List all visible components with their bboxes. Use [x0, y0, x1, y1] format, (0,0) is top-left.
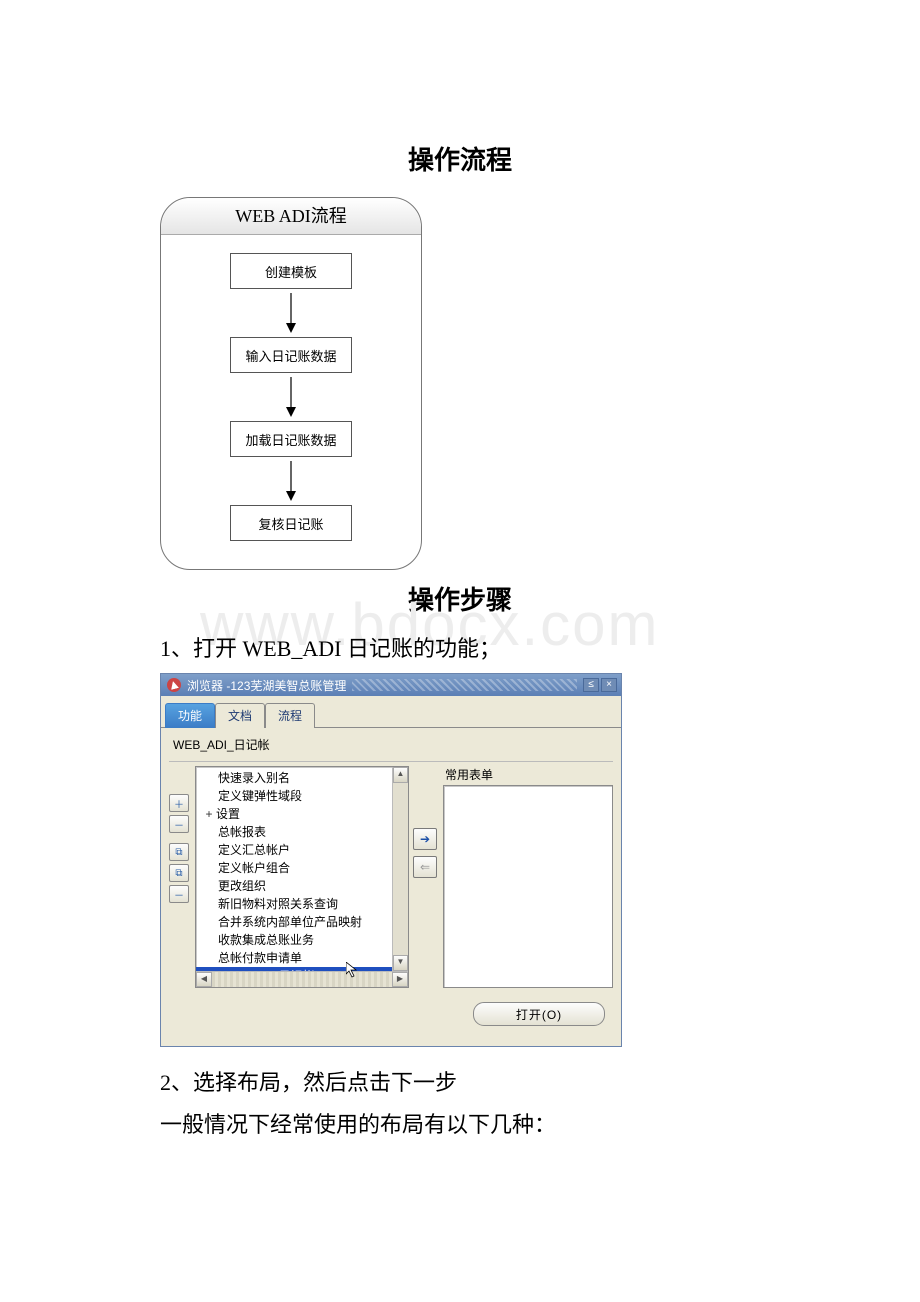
tab-document[interactable]: 文档: [215, 703, 265, 728]
list-item[interactable]: 新旧物料对照关系查询: [196, 895, 408, 913]
add-to-list-button[interactable]: ➔: [413, 828, 437, 850]
step-2-text: 2、选择布局，然后点击下一步: [160, 1065, 860, 1097]
vertical-scrollbar[interactable]: ▲ ▼: [392, 767, 408, 971]
list-item[interactable]: 收款集成总账业务: [196, 931, 408, 949]
list-item[interactable]: 更改组织: [196, 877, 408, 895]
dialog-titlebar: 浏览器 - 123芜湖美智总账管理 ≤ ×: [161, 674, 621, 696]
heading-operation-steps: 操作步骤: [60, 580, 860, 617]
breadcrumb: WEB_ADI_日记帐: [169, 734, 613, 762]
function-tree[interactable]: 快速录入别名定义键弹性域段+设置总帐报表定义汇总帐户定义帐户组合更改组织新旧物料…: [195, 766, 409, 988]
dialog-title-prefix: 浏览器 -: [187, 677, 230, 694]
list-item[interactable]: 总帐付款申请单: [196, 949, 408, 967]
collapse-icon[interactable]: －: [169, 815, 189, 833]
collapse-all-icon[interactable]: －: [169, 885, 189, 903]
dialog-tabs: 功能 文档 流程: [161, 696, 621, 728]
flowchart-title: WEB ADI流程: [161, 198, 421, 235]
tree-toolbar: ＋ － ⧉ ⧉ －: [169, 766, 191, 988]
flow-step-3: 加载日记账数据: [230, 421, 352, 457]
list-item[interactable]: 总帐报表: [196, 823, 408, 841]
list-item[interactable]: +设置: [196, 805, 408, 823]
open-button[interactable]: 打开(O): [473, 1002, 605, 1026]
list-item[interactable]: 定义帐户组合: [196, 859, 408, 877]
tab-process[interactable]: 流程: [265, 703, 315, 728]
flow-step-2: 输入日记账数据: [230, 337, 352, 373]
common-forms-list[interactable]: [443, 785, 613, 988]
scroll-up-icon[interactable]: ▲: [393, 767, 408, 783]
titlebar-hatch: [352, 679, 577, 691]
scroll-left-icon[interactable]: ◀: [196, 972, 212, 987]
flow-arrow-icon: [285, 289, 297, 337]
scroll-down-icon[interactable]: ▼: [393, 955, 408, 971]
tab-function[interactable]: 功能: [165, 703, 215, 728]
step-1-text: 1、打开 WEB_ADI 日记账的功能；: [160, 631, 860, 663]
list-item[interactable]: 定义键弹性域段: [196, 787, 408, 805]
heading-operation-flow: 操作流程: [60, 140, 860, 177]
scroll-right-icon[interactable]: ▶: [392, 972, 408, 987]
step-3-text: 一般情况下经常使用的布局有以下几种：: [160, 1107, 860, 1139]
common-forms-label: 常用表单: [443, 766, 613, 785]
horizontal-scrollbar[interactable]: ◀ ▶: [196, 971, 408, 987]
close-icon[interactable]: ×: [601, 678, 617, 692]
expand-branch-icon[interactable]: ⧉: [169, 864, 189, 882]
flow-step-1: 创建模板: [230, 253, 352, 289]
list-item[interactable]: 快速录入别名: [196, 769, 408, 787]
flow-arrow-icon: [285, 373, 297, 421]
list-item[interactable]: 合并系统内部单位产品映射: [196, 913, 408, 931]
remove-from-list-button[interactable]: ⇐: [413, 856, 437, 878]
flowchart-container: WEB ADI流程 创建模板 输入日记账数据 加载日记账数据 复核日记账: [160, 197, 422, 570]
app-icon: [167, 678, 181, 692]
flow-step-4: 复核日记账: [230, 505, 352, 541]
list-item[interactable]: 定义汇总帐户: [196, 841, 408, 859]
browser-dialog: 浏览器 - 123芜湖美智总账管理 ≤ × 功能 文档 流程 WEB_ADI_日…: [160, 673, 622, 1047]
dialog-title-text: 123芜湖美智总账管理: [230, 677, 346, 694]
minimize-icon[interactable]: ≤: [583, 678, 599, 692]
flow-arrow-icon: [285, 457, 297, 505]
expand-icon[interactable]: ＋: [169, 794, 189, 812]
expand-all-icon[interactable]: ⧉: [169, 843, 189, 861]
